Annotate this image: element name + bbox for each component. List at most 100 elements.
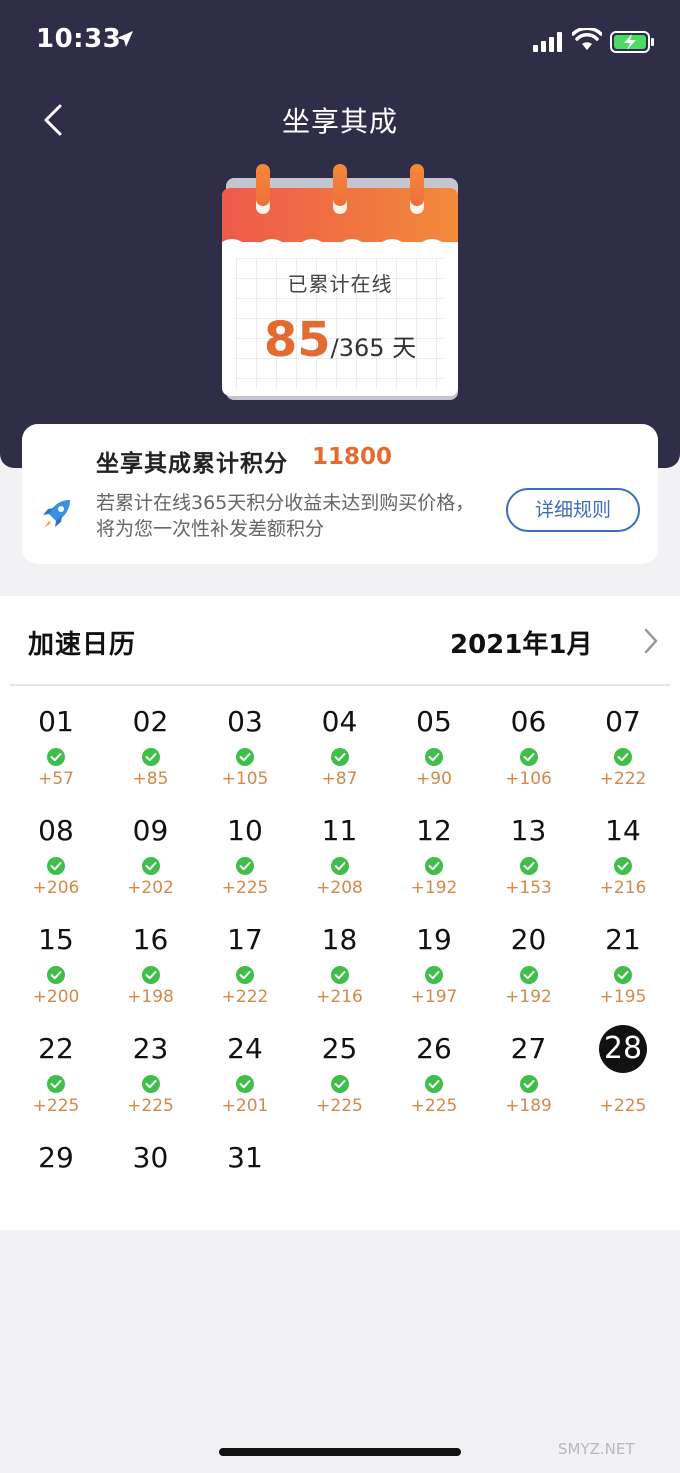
calendar-day[interactable]: 10 +225: [198, 807, 292, 911]
check-icon: [141, 1075, 160, 1093]
calendar-day[interactable]: 19 +197: [387, 916, 481, 1020]
day-number: 01: [38, 705, 74, 738]
day-number: 20: [510, 923, 547, 956]
check-icon: [330, 1075, 349, 1093]
calendar-ring: [410, 164, 424, 214]
check-icon: [330, 748, 349, 766]
calendar-day[interactable]: 15 +200: [9, 916, 103, 1020]
check-icon: [47, 857, 65, 875]
calendar-title: 加速日历: [28, 630, 137, 660]
watermark: SMYZ.NET: [558, 1440, 635, 1458]
calendar-day[interactable]: 06 +106: [482, 698, 576, 802]
day-points: +90: [416, 769, 452, 789]
check-icon: [141, 857, 160, 875]
day-number: 18: [321, 923, 358, 956]
day-number: 16: [132, 923, 169, 956]
day-points: +195: [599, 987, 647, 1007]
day-number: 31: [227, 1141, 263, 1174]
check-icon: [47, 966, 65, 984]
calendar-day[interactable]: 26 +225: [387, 1025, 481, 1129]
battery-charging-icon: [610, 31, 654, 53]
calendar-day[interactable]: 04 +87: [293, 698, 387, 802]
day-number: 09: [132, 814, 169, 847]
calendar-day[interactable]: 07 +222: [576, 698, 670, 802]
check-icon: [330, 966, 349, 984]
day-points: +197: [410, 987, 458, 1007]
day-points: +201: [221, 1096, 269, 1116]
calendar-day[interactable]: 25 +225: [293, 1025, 387, 1129]
calendar-wave: [222, 239, 458, 248]
check-icon: [614, 748, 632, 766]
calendar-day[interactable]: 12 +192: [387, 807, 481, 911]
calendar-day[interactable]: 13 +153: [482, 807, 576, 911]
day-number: 05: [416, 705, 452, 738]
check-icon: [519, 857, 538, 875]
day-number: 26: [416, 1032, 452, 1065]
day-points: +216: [316, 987, 363, 1007]
calendar-day[interactable]: 21 +195: [576, 916, 670, 1020]
day-points: +202: [127, 878, 174, 898]
day-number: 29: [38, 1141, 74, 1174]
home-indicator[interactable]: [219, 1448, 461, 1456]
check-icon: [47, 1075, 65, 1093]
day-points: +225: [127, 1096, 174, 1116]
calendar-day[interactable]: 03 +105: [198, 698, 292, 802]
day-points: +105: [221, 769, 269, 789]
wifi-icon: [572, 28, 602, 50]
check-icon: [425, 966, 443, 984]
rules-button[interactable]: 详细规则: [506, 488, 640, 532]
month-label: 2021年1月: [450, 630, 593, 660]
calendar-day[interactable]: 23 +225: [104, 1025, 198, 1129]
calendar-day[interactable]: 31: [198, 1134, 292, 1238]
check-icon: [519, 1075, 538, 1093]
day-number: 25: [321, 1032, 358, 1065]
calendar-day[interactable]: 16 +198: [104, 916, 198, 1020]
location-icon: [117, 31, 133, 47]
chevron-right-icon[interactable]: [640, 626, 662, 656]
calendar-day[interactable]: 22 +225: [9, 1025, 103, 1129]
calendar-day[interactable]: 05 +90: [387, 698, 481, 802]
points-card: 坐享其成累计积分 11800 若累计在线365天积分收益未达到购买价格，将为您一…: [22, 424, 658, 564]
day-points: +198: [127, 987, 174, 1007]
points-value: 11800: [312, 444, 393, 470]
calendar-day[interactable]: 30: [104, 1134, 198, 1238]
calendar-day[interactable]: 17 +222: [198, 916, 292, 1020]
day-number: 08: [38, 814, 74, 847]
calendar-day[interactable]: 01 +57: [9, 698, 103, 802]
day-points: +225: [316, 1096, 363, 1116]
calendar-day[interactable]: 02 +85: [104, 698, 198, 802]
day-points: +153: [505, 878, 552, 898]
day-points: +225: [221, 878, 269, 898]
calendar-day[interactable]: 08 +206: [9, 807, 103, 911]
day-number: 12: [416, 814, 452, 847]
online-days-total: /365 天: [330, 334, 417, 362]
day-number: 04: [321, 705, 358, 738]
check-icon: [614, 966, 632, 984]
day-points: +206: [32, 878, 80, 898]
check-icon: [614, 857, 632, 875]
day-number: 17: [227, 923, 263, 956]
calendar-day[interactable]: 14 +216: [576, 807, 670, 911]
day-points: +192: [410, 878, 458, 898]
points-description: 若累计在线365天积分收益未达到购买价格，将为您一次性补发差额积分: [96, 492, 475, 540]
day-number: 15: [38, 923, 74, 956]
acceleration-calendar: 加速日历 2021年1月 01 +57 02 +85 03 +105 04 +87 05 +90 0…: [0, 596, 680, 1230]
day-points: +192: [505, 987, 552, 1007]
page-title: 坐享其成: [281, 105, 398, 138]
day-points: +225: [599, 1096, 647, 1116]
calendar-day[interactable]: 28 +225: [576, 1025, 670, 1129]
calendar-day[interactable]: 11 +208: [293, 807, 387, 911]
calendar-day[interactable]: 24 +201: [198, 1025, 292, 1129]
calendar-ring: [333, 164, 347, 214]
day-number: 02: [132, 705, 169, 738]
calendar-day[interactable]: 20 +192: [482, 916, 576, 1020]
day-number: 03: [227, 705, 263, 738]
calendar-day[interactable]: 27 +189: [482, 1025, 576, 1129]
check-icon: [236, 966, 254, 984]
day-number: 23: [132, 1032, 169, 1065]
calendar-day[interactable]: 29: [9, 1134, 103, 1238]
day-points: +85: [132, 769, 169, 789]
day-number: 27: [510, 1032, 547, 1065]
calendar-day[interactable]: 18 +216: [293, 916, 387, 1020]
calendar-day[interactable]: 09 +202: [104, 807, 198, 911]
